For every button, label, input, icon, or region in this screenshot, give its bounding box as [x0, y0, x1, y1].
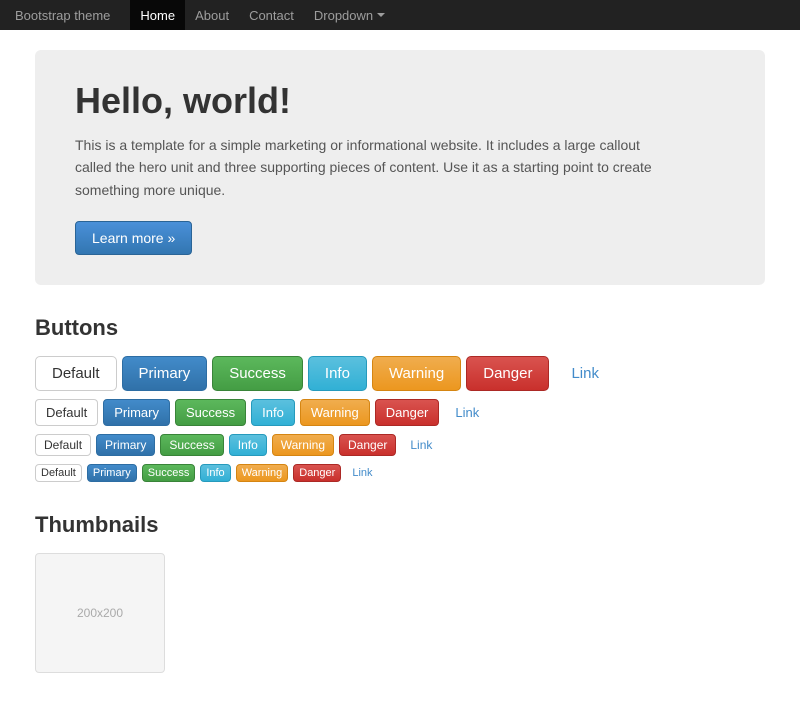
thumbnails-section: Thumbnails 200x200: [35, 512, 765, 673]
btn-info-md[interactable]: Info: [251, 399, 295, 426]
nav-item-about[interactable]: About: [185, 0, 239, 30]
btn-default-xs[interactable]: Default: [35, 464, 82, 482]
thumbnails-title: Thumbnails: [35, 512, 765, 538]
hero-description: This is a template for a simple marketin…: [75, 134, 675, 201]
btn-warning-xs[interactable]: Warning: [236, 464, 289, 482]
btn-success-md[interactable]: Success: [175, 399, 246, 426]
btn-danger-lg[interactable]: Danger: [466, 356, 549, 391]
btn-success-sm[interactable]: Success: [160, 434, 223, 456]
btn-info-lg[interactable]: Info: [308, 356, 367, 391]
btn-danger-sm[interactable]: Danger: [339, 434, 396, 456]
btn-link-md[interactable]: Link: [444, 399, 490, 426]
buttons-section: Buttons Default Primary Success Info War…: [35, 315, 765, 482]
btn-link-xs[interactable]: Link: [346, 464, 378, 482]
thumbnail-placeholder: 200x200: [77, 606, 123, 620]
btn-info-sm[interactable]: Info: [229, 434, 267, 456]
btn-primary-sm[interactable]: Primary: [96, 434, 155, 456]
navbar: Bootstrap theme Home About Contact Dropd…: [0, 0, 800, 30]
button-row-lg: Default Primary Success Info Warning Dan…: [35, 356, 765, 391]
btn-default-sm[interactable]: Default: [35, 434, 91, 456]
btn-primary-lg[interactable]: Primary: [122, 356, 208, 391]
nav-item-contact[interactable]: Contact: [239, 0, 304, 30]
btn-danger-md[interactable]: Danger: [375, 399, 440, 426]
nav-item-home[interactable]: Home: [130, 0, 185, 30]
btn-primary-xs[interactable]: Primary: [87, 464, 137, 482]
btn-danger-xs[interactable]: Danger: [293, 464, 341, 482]
main-container: Hello, world! This is a template for a s…: [20, 30, 780, 723]
hero-title: Hello, world!: [75, 80, 725, 122]
learn-more-button[interactable]: Learn more »: [75, 221, 192, 255]
button-row-sm: Default Primary Success Info Warning Dan…: [35, 434, 765, 456]
btn-success-xs[interactable]: Success: [142, 464, 196, 482]
btn-info-xs[interactable]: Info: [200, 464, 230, 482]
button-row-md: Default Primary Success Info Warning Dan…: [35, 399, 765, 426]
btn-default-lg[interactable]: Default: [35, 356, 117, 391]
btn-success-lg[interactable]: Success: [212, 356, 303, 391]
btn-default-md[interactable]: Default: [35, 399, 98, 426]
chevron-down-icon: [377, 13, 385, 17]
btn-link-sm[interactable]: Link: [401, 434, 441, 456]
btn-warning-lg[interactable]: Warning: [372, 356, 461, 391]
navbar-brand[interactable]: Bootstrap theme: [15, 8, 110, 23]
btn-link-lg[interactable]: Link: [554, 356, 616, 391]
nav-items: Home About Contact Dropdown: [130, 0, 395, 30]
hero-unit: Hello, world! This is a template for a s…: [35, 50, 765, 285]
buttons-title: Buttons: [35, 315, 765, 341]
btn-warning-sm[interactable]: Warning: [272, 434, 334, 456]
nav-item-dropdown[interactable]: Dropdown: [304, 0, 395, 30]
btn-warning-md[interactable]: Warning: [300, 399, 370, 426]
thumbnail-item[interactable]: 200x200: [35, 553, 165, 673]
nav-dropdown-label: Dropdown: [314, 8, 373, 23]
btn-primary-md[interactable]: Primary: [103, 399, 170, 426]
button-row-xs: Default Primary Success Info Warning Dan…: [35, 464, 765, 482]
